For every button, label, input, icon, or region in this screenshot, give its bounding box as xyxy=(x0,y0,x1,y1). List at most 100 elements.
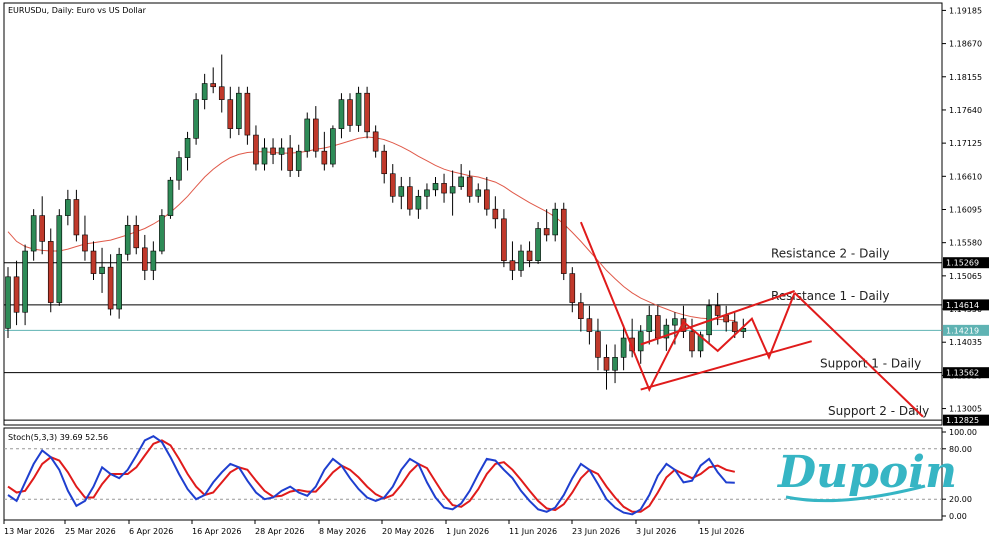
candle-body xyxy=(372,131,379,152)
candle-body xyxy=(689,331,695,352)
price-axis: 1.19185 1.18670 1.18155 1.17640 1.17125 1.166… xyxy=(942,6,982,414)
candle-body xyxy=(13,276,20,313)
candle-body xyxy=(424,189,430,197)
candle-body xyxy=(22,250,28,313)
price-tick-label: 1.14035 xyxy=(949,338,982,347)
support-2-label: Support 2 - Daily xyxy=(828,404,929,418)
candle-body xyxy=(509,260,516,271)
candle-body xyxy=(381,150,388,175)
price-panel-frame xyxy=(3,2,943,426)
brand-logo: Dupoin xyxy=(776,447,957,503)
price-tick-label: 1.16610 xyxy=(949,172,982,181)
candle-body xyxy=(578,302,584,319)
price-tick-label: 1.16095 xyxy=(949,205,982,214)
candle-body xyxy=(398,186,405,197)
candle-body xyxy=(253,134,259,165)
oscillator-header: Stoch(5,3,3) 39.69 52.56 xyxy=(8,433,108,442)
candle-body xyxy=(5,276,11,329)
date-tick-label: 13 Mar 2026 xyxy=(4,527,55,536)
candle-body xyxy=(184,137,191,158)
candle-body xyxy=(501,218,507,262)
candle-body xyxy=(475,189,482,197)
date-tick-label: 28 Apr 2026 xyxy=(255,527,304,536)
candle-body xyxy=(227,99,234,129)
date-tick-label: 25 Mar 2026 xyxy=(65,527,116,536)
date-tick-label: 20 May 2026 xyxy=(382,527,434,536)
candle-body xyxy=(159,215,165,252)
date-tick-label: 23 Jun 2026 xyxy=(572,527,620,536)
candle-body xyxy=(218,86,225,100)
candle-body xyxy=(466,176,473,197)
candle-body xyxy=(432,183,439,191)
price-tick-label: 1.13005 xyxy=(949,405,982,414)
date-tick-label: 16 Apr 2026 xyxy=(192,527,241,536)
candle-body xyxy=(569,273,576,303)
candle-body xyxy=(646,315,653,332)
osc-tick-label: 100.00 xyxy=(949,428,977,437)
date-tick-label: 1 Jun 2026 xyxy=(446,527,489,536)
candle-body xyxy=(441,183,447,194)
candle-body xyxy=(107,266,114,310)
candle-body xyxy=(150,250,157,271)
candle-body xyxy=(47,241,54,303)
candle-body xyxy=(654,315,661,339)
candle-body xyxy=(347,99,353,126)
price-tick-label: 1.18155 xyxy=(949,73,982,82)
resistance-1-label: Resistance 1 - Daily xyxy=(771,289,889,303)
brand-wordmark: Dupoin xyxy=(776,447,957,498)
candle-body xyxy=(407,186,413,210)
date-tick-label: 11 Jun 2026 xyxy=(509,527,557,536)
candle-body xyxy=(210,83,216,88)
support-1-label: Support 1 - Daily xyxy=(820,357,921,371)
candle-body xyxy=(56,215,63,303)
candle-body xyxy=(278,147,285,155)
price-tick-label: 1.17125 xyxy=(949,139,982,148)
candle-body xyxy=(244,92,251,136)
price-tick-label: 1.15065 xyxy=(949,272,982,281)
candle-body xyxy=(133,224,140,249)
candle-body xyxy=(449,186,456,194)
resistance-2-tag-text: 1.15269 xyxy=(946,259,979,268)
candle-body xyxy=(560,208,567,274)
candle-body xyxy=(603,357,610,371)
last-price-tag-text: 1.14219 xyxy=(946,326,979,335)
candle-body xyxy=(595,331,601,358)
candle-body xyxy=(261,147,268,165)
candle-body xyxy=(142,247,148,271)
candle-body xyxy=(65,199,71,216)
candle-body xyxy=(287,147,293,171)
candle-body xyxy=(364,92,370,133)
candle-body xyxy=(304,118,311,152)
candle-body xyxy=(116,253,122,310)
candle-body xyxy=(30,215,37,252)
candle-body xyxy=(82,234,88,252)
candle-body xyxy=(270,147,276,155)
date-tick-label: 6 Apr 2026 xyxy=(129,527,173,536)
candle-body xyxy=(236,92,242,129)
chart-canvas: EURUSDu, Daily: Euro vs US Dollar Stoch(… xyxy=(3,2,989,536)
candle-body xyxy=(389,173,396,197)
candle-body xyxy=(731,321,738,332)
date-tick-label: 8 May 2026 xyxy=(319,527,366,536)
candle-body xyxy=(535,228,541,262)
resistance-2-label: Resistance 2 - Daily xyxy=(771,247,889,261)
price-tick-label: 1.18670 xyxy=(949,40,982,49)
price-tick-label: 1.19185 xyxy=(949,6,982,15)
candle-body xyxy=(637,331,644,352)
candle-body xyxy=(526,250,533,262)
candle-body xyxy=(312,118,319,152)
candle-body xyxy=(330,128,336,165)
candle-body xyxy=(90,250,97,274)
candle-body xyxy=(612,357,618,371)
candle-body xyxy=(415,195,422,210)
candle-body xyxy=(355,92,362,126)
date-axis: 13 Mar 2026 25 Mar 2026 6 Apr 2026 16 Apr 2… xyxy=(3,520,744,536)
candle-body xyxy=(193,99,199,139)
candle-body xyxy=(483,189,490,210)
candle-body xyxy=(458,176,464,187)
price-tick-label: 1.15580 xyxy=(949,239,982,248)
candle-body xyxy=(543,228,550,236)
support-1-tag-text: 1.13562 xyxy=(946,369,979,378)
candle-body xyxy=(672,318,678,326)
candle-body xyxy=(714,305,721,316)
